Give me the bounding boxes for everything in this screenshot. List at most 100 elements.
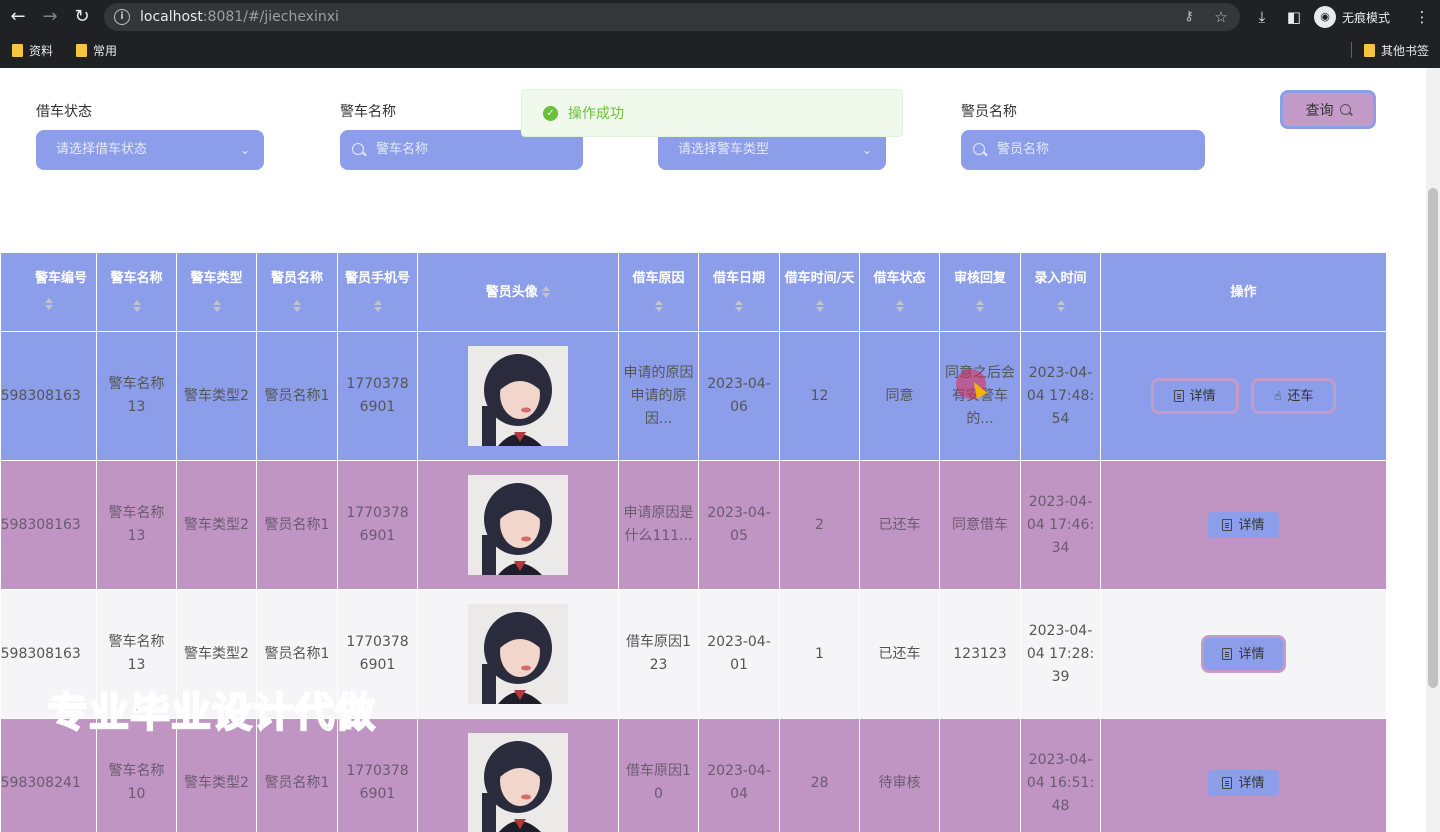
url-path: :8081/#/jiechexinxi: [202, 9, 339, 25]
chevron-down-icon: ⌄: [239, 143, 250, 157]
col-officer-avatar[interactable]: 警员头像: [417, 252, 619, 332]
cell-days: 1: [779, 589, 860, 719]
col-car-name[interactable]: 警车名称: [96, 252, 177, 332]
incognito-indicator[interactable]: ◉ 无痕模式: [1314, 6, 1390, 28]
header-text: 借车时间/天: [784, 271, 855, 286]
header-text: 借车状态: [873, 271, 926, 286]
status-select[interactable]: 请选择借车状态 ⌄: [36, 130, 264, 170]
cell-days: 12: [779, 331, 860, 461]
officer-name-input[interactable]: 警员名称: [961, 130, 1205, 170]
officer-name-label: 警员名称: [961, 104, 1017, 120]
bookmark-folder[interactable]: 资料: [12, 40, 53, 60]
table-row[interactable]: 1680598308163 警车名称13 警车类型2 警员名称1 1770378…: [0, 460, 1387, 590]
detail-button[interactable]: 详情: [1208, 512, 1279, 538]
cell-reply: 123123: [939, 589, 1021, 719]
browser-chrome: ← → ↻ i localhost:8081/#/jiechexinxi ⚷ ☆…: [0, 0, 1440, 68]
cell-text: 1680598308241: [0, 774, 81, 791]
back-icon[interactable]: ←: [6, 5, 30, 29]
sort-icon[interactable]: [654, 299, 663, 312]
sort-icon[interactable]: [815, 299, 824, 312]
detail-button[interactable]: 详情: [1150, 378, 1239, 414]
col-officer-phone[interactable]: 警员手机号: [337, 252, 418, 332]
cell-reason: 借车原因10: [618, 718, 699, 832]
detail-button-label: 详情: [1238, 646, 1265, 662]
cell-car-no: 1680598308163: [0, 460, 97, 590]
toast-message: 操作成功: [568, 106, 624, 122]
cell-created: 2023-04-04 17:48:54: [1020, 331, 1101, 461]
cell-actions: 详情: [1100, 718, 1387, 832]
col-created[interactable]: 录入时间: [1020, 252, 1101, 332]
officer-avatar-image[interactable]: [468, 733, 568, 832]
cell-officer-name: 警员名称1: [256, 460, 338, 590]
menu-icon[interactable]: ⋮: [1410, 5, 1434, 29]
col-reason[interactable]: 借车原因: [618, 252, 699, 332]
col-car-no[interactable]: 警车编号: [0, 252, 97, 332]
cell-reason: 申请原因是什么111...: [618, 460, 699, 590]
header-text: 录入时间: [1034, 271, 1087, 286]
sort-icon[interactable]: [212, 299, 221, 312]
sort-icon[interactable]: [44, 297, 53, 310]
cell-reply: 同意借车: [939, 460, 1021, 590]
officer-avatar-image[interactable]: [468, 604, 568, 704]
sort-icon[interactable]: [1056, 299, 1065, 312]
cell-text: 1680598308163: [0, 516, 81, 533]
bookmark-label: 资料: [29, 43, 54, 58]
cell-status: 同意: [859, 331, 940, 461]
detail-button-label: 详情: [1238, 775, 1265, 791]
detail-button[interactable]: 详情: [1208, 770, 1279, 796]
key-icon[interactable]: ⚷: [1180, 8, 1198, 26]
sort-icon[interactable]: [293, 299, 301, 312]
cell-date: 2023-04-04: [698, 718, 780, 832]
officer-avatar-image[interactable]: [468, 346, 568, 446]
detail-button[interactable]: 详情: [1201, 635, 1286, 673]
download-icon[interactable]: ⤓: [1250, 5, 1274, 29]
page-scrollbar[interactable]: [1426, 68, 1440, 832]
folder-icon: [1364, 43, 1375, 57]
return-button[interactable]: ☝ 还车: [1251, 378, 1337, 414]
col-actions: 操作: [1100, 252, 1387, 332]
cell-actions: 详情: [1100, 589, 1387, 719]
document-icon: [1173, 390, 1184, 402]
col-days[interactable]: 借车时间/天: [779, 252, 860, 332]
sort-icon[interactable]: [976, 299, 984, 312]
header-text: 警车编号: [35, 271, 88, 286]
col-status[interactable]: 借车状态: [859, 252, 940, 332]
reload-icon[interactable]: ↻: [70, 5, 94, 29]
success-toast: ✓ 操作成功: [521, 89, 903, 137]
query-button-inner: 查询: [1283, 93, 1373, 126]
sort-icon[interactable]: [373, 299, 382, 312]
sort-icon[interactable]: [132, 299, 141, 312]
side-panel-icon[interactable]: ◧: [1282, 5, 1306, 29]
other-bookmarks[interactable]: 其他书签: [1364, 40, 1429, 60]
site-info-icon[interactable]: i: [114, 9, 130, 25]
bookmark-folder[interactable]: 常用: [76, 40, 117, 60]
address-bar[interactable]: i localhost:8081/#/jiechexinxi ⚷ ☆: [104, 3, 1240, 31]
col-officer-name[interactable]: 警员名称: [256, 252, 338, 332]
col-date[interactable]: 借车日期: [698, 252, 780, 332]
cell-status: 已还车: [859, 460, 940, 590]
cell-created: 2023-04-04 16:51:48: [1020, 718, 1101, 832]
sort-icon[interactable]: [542, 286, 551, 298]
col-reply[interactable]: 审核回复: [939, 252, 1021, 332]
forward-icon[interactable]: →: [38, 5, 62, 29]
officer-avatar-image[interactable]: [468, 475, 568, 575]
table-row[interactable]: 1680598308163 警车名称13 警车类型2 警员名称1 1770378…: [0, 331, 1387, 461]
cell-created: 2023-04-04 17:28:39: [1020, 589, 1101, 719]
cell-actions: 详情: [1100, 460, 1387, 590]
star-icon[interactable]: ☆: [1212, 8, 1230, 26]
watermark-text: 专业毕业设计代做: [47, 689, 376, 737]
cell-created: 2023-04-04 17:46:34: [1020, 460, 1101, 590]
col-car-type[interactable]: 警车类型: [176, 252, 257, 332]
sort-icon[interactable]: [735, 299, 743, 312]
scrollbar-thumb[interactable]: [1428, 188, 1438, 688]
cell-reply: [939, 718, 1021, 832]
url-text[interactable]: localhost:8081/#/jiechexinxi: [140, 8, 339, 26]
document-icon: [1222, 648, 1233, 660]
car-name-placeholder: 警车名称: [376, 142, 429, 157]
cell-avatar: [417, 460, 619, 590]
bookmarks-bar: 资料 常用 其他书签: [0, 38, 1440, 62]
sort-icon[interactable]: [895, 299, 904, 312]
query-button-label: 查询: [1305, 102, 1334, 119]
search-icon: [352, 143, 364, 155]
query-button[interactable]: 查询: [1280, 90, 1376, 129]
